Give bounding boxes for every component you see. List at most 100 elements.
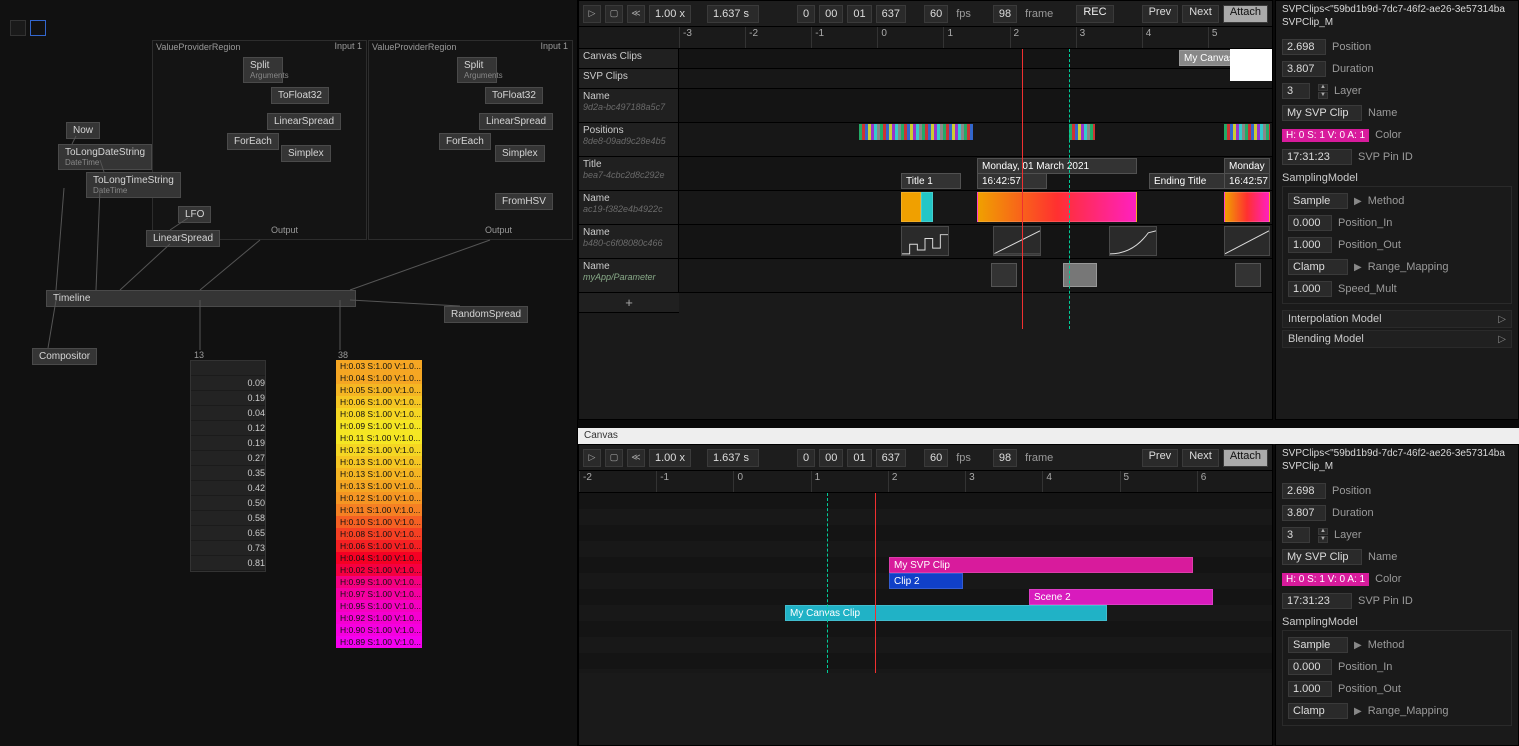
stripes-2[interactable] <box>1069 124 1095 140</box>
clip-ending[interactable]: Ending Title <box>1149 173 1229 189</box>
param-box-3[interactable] <box>1235 263 1261 287</box>
zoom-field-b[interactable]: 1.00 x <box>649 449 691 467</box>
position-field[interactable]: 2.698 <box>1282 39 1326 55</box>
grad-r[interactable] <box>1224 192 1270 222</box>
prev-button[interactable]: Prev <box>1142 5 1179 23</box>
properties-top[interactable]: SVPClips<"59bd1b9d-7dc7-46f2-ae26-3e5731… <box>1275 0 1519 420</box>
attach-button[interactable]: Attach <box>1223 5 1268 23</box>
frame-field-b[interactable]: 98 <box>993 449 1017 467</box>
clip-date[interactable]: Monday, 01 March 2021 <box>977 158 1137 174</box>
node-graph-panel[interactable]: ValueProviderRegion Input 1 SplitArgumen… <box>0 0 578 746</box>
tc-1-b[interactable]: 00 <box>819 449 843 467</box>
pout-field[interactable]: 1.000 <box>1288 237 1332 253</box>
canvas-track-area[interactable]: My SVP Clip Clip 2 Scene 2 My Canvas Cli… <box>579 493 1272 673</box>
add-track-button[interactable]: + <box>579 293 679 313</box>
graph-tool-1[interactable] <box>10 20 26 36</box>
inspector-right[interactable]: H:0.03 S:1.00 V:1.0...H:0.04 S:1.00 V:1.… <box>336 360 422 648</box>
node-linearspread-free[interactable]: LinearSpread <box>146 230 220 247</box>
stripes-1[interactable] <box>859 124 973 140</box>
timeline-panel-top[interactable]: ▷ ▢ ≪ 1.00 x 1.637 s 0 00 01 637 60 fps … <box>578 0 1273 420</box>
node-tofloat32-2[interactable]: ToFloat32 <box>485 87 543 104</box>
zoom-field[interactable]: 1.00 x <box>649 5 691 23</box>
method-tri-icon[interactable]: ▶ <box>1354 196 1362 207</box>
position-field-b[interactable]: 2.698 <box>1282 483 1326 499</box>
pin-field[interactable]: 0.000 <box>1288 215 1332 231</box>
layer-field-b[interactable]: 3 <box>1282 527 1310 543</box>
next-button-b[interactable]: Next <box>1182 449 1219 467</box>
clamp-tri-icon[interactable]: ▶ <box>1354 262 1362 273</box>
tc-2[interactable]: 01 <box>847 5 871 23</box>
layer-field[interactable]: 3 <box>1282 83 1310 99</box>
tc-0-b[interactable]: 0 <box>797 449 815 467</box>
param-box-1[interactable] <box>991 263 1017 287</box>
region-vp-2[interactable]: ValueProviderRegion Input 1 SplitArgumen… <box>368 40 573 240</box>
node-tofloat32-1[interactable]: ToFloat32 <box>271 87 329 104</box>
clip-scene2-b[interactable]: Scene 2 <box>1029 589 1213 605</box>
time-field[interactable]: 1.637 s <box>707 5 759 23</box>
node-now[interactable]: Now <box>66 122 100 139</box>
svpin-field[interactable]: 17:31:23 <box>1282 149 1352 165</box>
name-field[interactable]: My SVP Clip <box>1282 105 1362 121</box>
track-svp-clips[interactable]: SVP Clips <box>579 69 1272 89</box>
rec-button[interactable]: REC <box>1076 5 1113 23</box>
clip-time-r[interactable]: 16:42:57 <box>1224 173 1270 189</box>
wave-1[interactable] <box>901 226 949 256</box>
fps-field-b[interactable]: 60 <box>924 449 948 467</box>
layer-stepper[interactable]: ▲▼ <box>1318 84 1328 99</box>
wave-3[interactable] <box>1109 226 1157 256</box>
track-title[interactable]: Titlebea7-4cbc2d8c292e Title 1 Monday, 0… <box>579 157 1272 191</box>
ruler-bottom[interactable]: -2-101234567 <box>579 471 1272 493</box>
node-lfo[interactable]: LFO <box>178 206 211 223</box>
duration-field-b[interactable]: 3.807 <box>1282 505 1326 521</box>
node-foreach-1[interactable]: ForEach <box>227 133 279 150</box>
node-simplex-1[interactable]: Simplex <box>281 145 331 162</box>
prev-button-b[interactable]: Prev <box>1142 449 1179 467</box>
stripes-3[interactable] <box>1224 124 1270 140</box>
method-tri-icon-b[interactable]: ▶ <box>1354 640 1362 651</box>
clip-time[interactable]: 16:42:57 <box>977 173 1047 189</box>
clip-date-r[interactable]: Monday <box>1224 158 1270 174</box>
track-positions[interactable]: Positions8de8-09ad9c28e4b5 <box>579 123 1272 157</box>
node-fromhsv[interactable]: FromHSV <box>495 193 553 210</box>
grad-b[interactable] <box>921 192 933 222</box>
layer-stepper-b[interactable]: ▲▼ <box>1318 528 1328 543</box>
track-name-3[interactable]: Nameb480-c6f08080c466 <box>579 225 1272 259</box>
node-timeline[interactable]: Timeline <box>46 290 356 307</box>
node-foreach-2[interactable]: ForEach <box>439 133 491 150</box>
node-compositor[interactable]: Compositor <box>32 348 97 365</box>
tc-2-b[interactable]: 01 <box>847 449 871 467</box>
color-chip[interactable]: H: 0 S: 1 V: 0 A: 1 <box>1282 129 1369 142</box>
tc-0[interactable]: 0 <box>797 5 815 23</box>
method-field-b[interactable]: Sample <box>1288 637 1348 653</box>
play-button[interactable]: ▷ <box>583 5 601 23</box>
pin-field-b[interactable]: 0.000 <box>1288 659 1332 675</box>
node-split-2[interactable]: SplitArguments <box>457 57 497 83</box>
properties-bottom[interactable]: SVPClips<"59bd1b9d-7dc7-46f2-ae26-3e5731… <box>1275 444 1519 746</box>
rewind-button-b[interactable]: ≪ <box>627 449 645 467</box>
node-split-1[interactable]: SplitArguments <box>243 57 283 83</box>
node-linearspread-1[interactable]: LinearSpread <box>267 113 341 130</box>
track-name-2[interactable]: Nameac19-f382e4b4922c <box>579 191 1272 225</box>
clip-title1[interactable]: Title 1 <box>901 173 961 189</box>
node-randomspread[interactable]: RandomSpread <box>444 306 528 323</box>
track-name-1[interactable]: Name9d2a-bc497188a5c7 <box>579 89 1272 123</box>
node-linearspread-2[interactable]: LinearSpread <box>479 113 553 130</box>
speed-field[interactable]: 1.000 <box>1288 281 1332 297</box>
clip-svp-b[interactable]: My SVP Clip <box>889 557 1193 573</box>
inspector-left[interactable]: 0.09 0.19 0.04 0.12 0.19 0.27 0.35 0.42 … <box>190 360 266 572</box>
node-simplex-2[interactable]: Simplex <box>495 145 545 162</box>
frame-field[interactable]: 98 <box>993 5 1017 23</box>
clip-clip2-b[interactable]: Clip 2 <box>889 573 963 589</box>
tc-3-b[interactable]: 637 <box>876 449 906 467</box>
clamp-field[interactable]: Clamp <box>1288 259 1348 275</box>
name-field-b[interactable]: My SVP Clip <box>1282 549 1362 565</box>
node-tolongtime[interactable]: ToLongTimeStringDateTime <box>86 172 181 198</box>
play-button-b[interactable]: ▷ <box>583 449 601 467</box>
graph-tool-2[interactable] <box>30 20 46 36</box>
playhead-b[interactable] <box>875 493 876 673</box>
tc-3[interactable]: 637 <box>876 5 906 23</box>
node-tolongdate[interactable]: ToLongDateStringDateTime <box>58 144 152 170</box>
grad-a[interactable] <box>901 192 921 222</box>
interp-expander[interactable]: Interpolation Model▷ <box>1282 310 1512 328</box>
wave-4[interactable] <box>1224 226 1270 256</box>
